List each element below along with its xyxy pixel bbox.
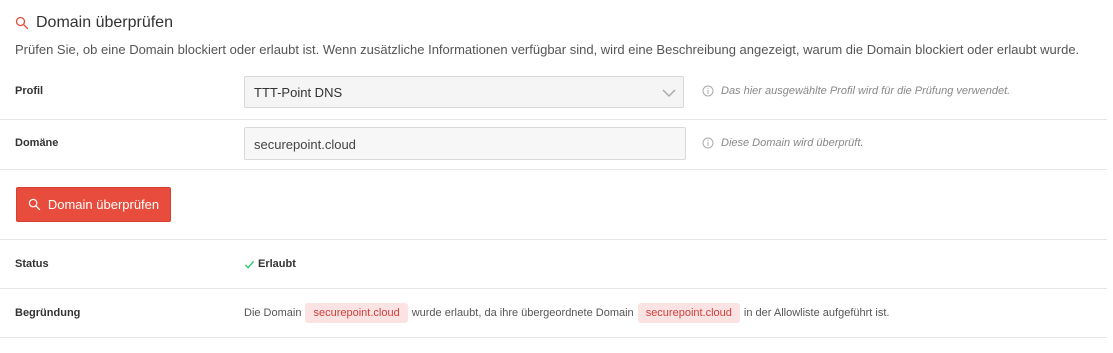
checkmark-icon xyxy=(244,260,255,269)
page-header: Domain überprüfen xyxy=(15,14,173,32)
search-icon xyxy=(28,198,41,211)
profile-selected-value: TTT-Point DNS xyxy=(254,85,343,100)
domain-hint: Diese Domain wird überprüft. xyxy=(702,137,863,149)
reason-label: Begründung xyxy=(15,307,81,319)
profile-hint: Das hier ausgewählte Profil wird für die… xyxy=(702,85,1010,97)
domain-hint-text: Diese Domain wird überprüft. xyxy=(721,137,864,149)
domain-input[interactable]: securepoint.cloud xyxy=(244,127,686,160)
reason-middle: wurde erlaubt, da ihre übergeordnete Dom… xyxy=(411,307,634,319)
reason-suffix: in der Allowliste aufgeführt ist. xyxy=(743,307,890,319)
page-description: Prüfen Sie, ob eine Domain blockiert ode… xyxy=(15,42,1080,57)
info-icon xyxy=(702,137,714,149)
check-domain-button-label: Domain überprüfen xyxy=(47,197,160,212)
check-domain-button[interactable]: Domain überprüfen xyxy=(16,187,171,222)
parent-domain-chip: securepoint.cloud xyxy=(637,303,740,323)
info-icon xyxy=(702,85,714,97)
chevron-down-icon xyxy=(662,89,676,98)
status-row: Status xyxy=(0,240,1107,289)
status-text: Erlaubt xyxy=(258,258,296,270)
page-title: Domain überprüfen xyxy=(36,14,173,31)
reason-text: Die Domain securepoint.cloud wurde erlau… xyxy=(244,303,889,323)
domain-chip: securepoint.cloud xyxy=(305,303,408,323)
status-label: Status xyxy=(15,258,49,270)
profile-label: Profil xyxy=(15,85,44,97)
profile-select[interactable]: TTT-Point DNS xyxy=(244,76,684,108)
domain-input-value: securepoint.cloud xyxy=(254,137,356,152)
profile-hint-text: Das hier ausgewählte Profil wird für die… xyxy=(721,85,1011,97)
domain-label: Domäne xyxy=(15,137,59,149)
search-icon xyxy=(15,16,29,30)
status-value: Erlaubt xyxy=(244,258,296,270)
reason-prefix: Die Domain xyxy=(244,307,302,319)
